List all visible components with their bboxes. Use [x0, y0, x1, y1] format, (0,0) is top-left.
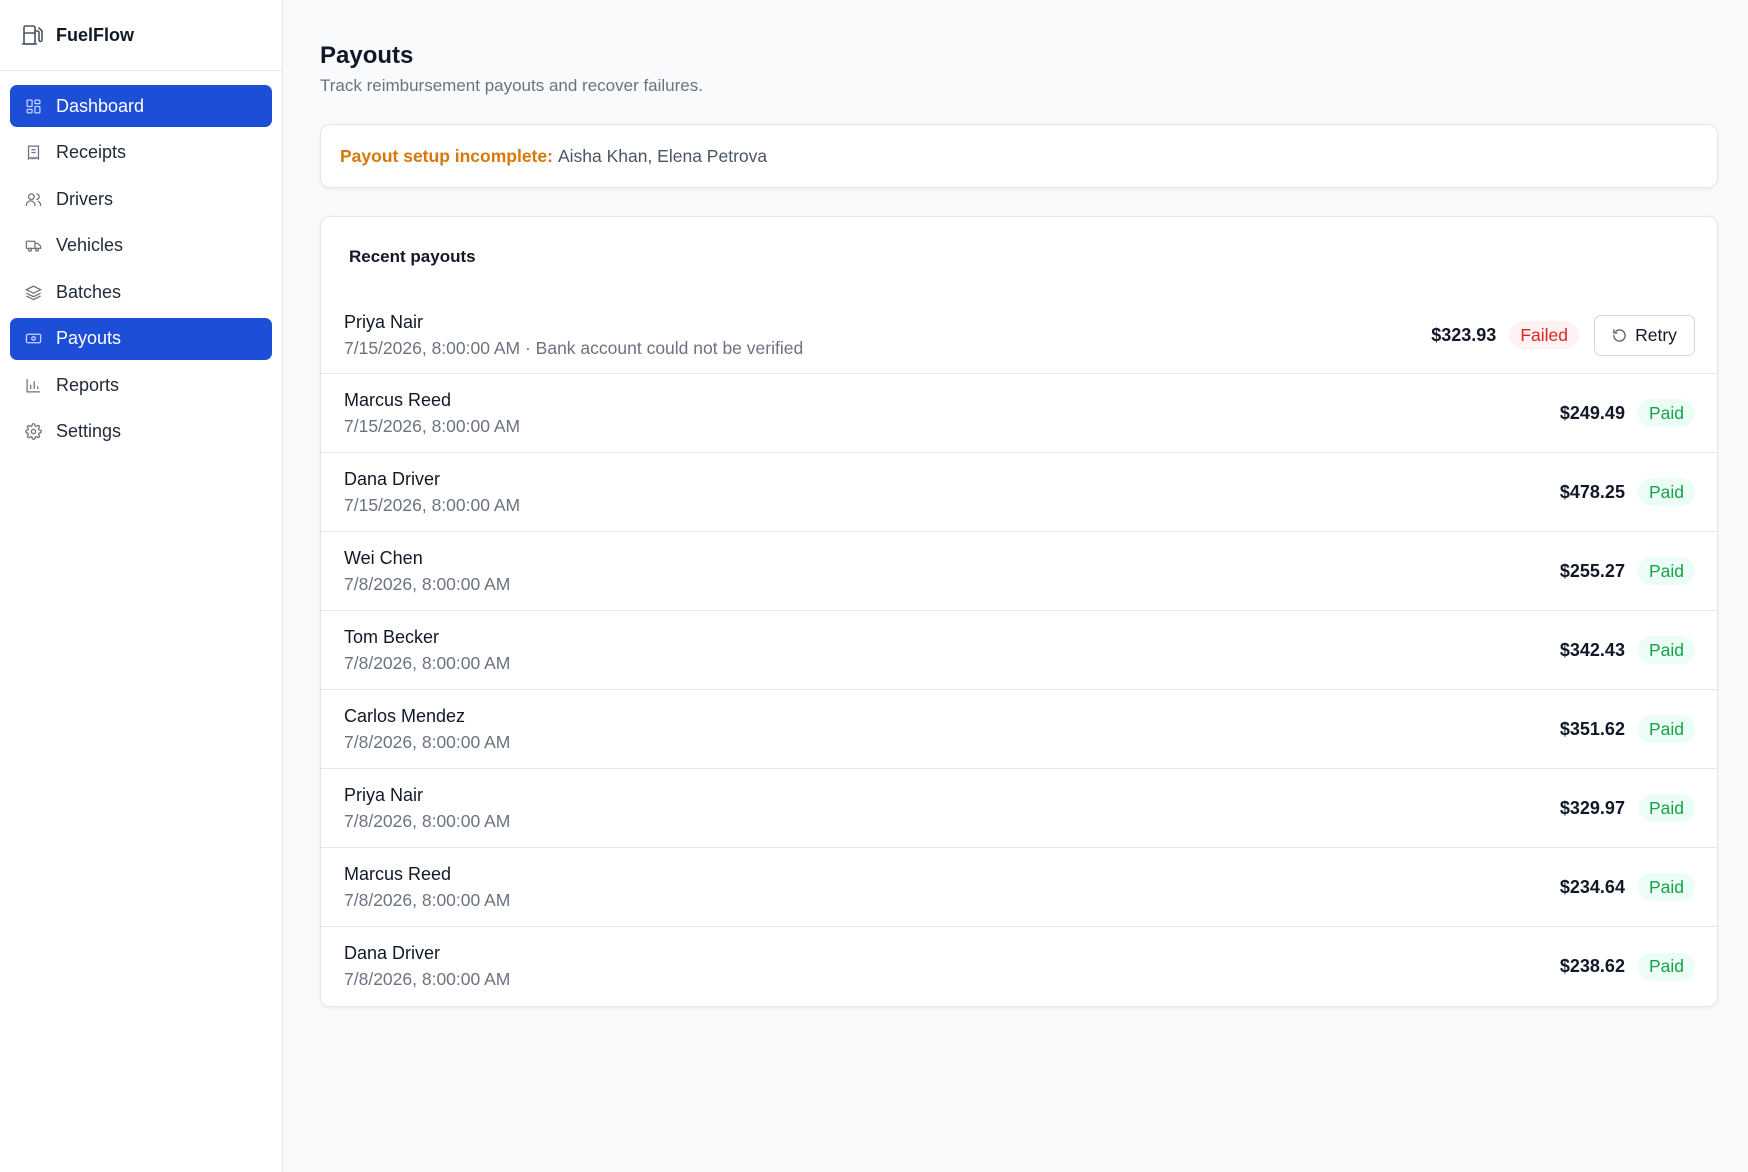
payout-row: Wei Chen 7/8/2026, 8:00:00 AM $255.27 Pa… [321, 532, 1717, 611]
payout-meta: 7/8/2026, 8:00:00 AM [344, 889, 511, 910]
payout-meta: 7/8/2026, 8:00:00 AM [344, 731, 511, 752]
status-badge: Failed [1509, 321, 1579, 349]
sidebar-item-label: Settings [56, 421, 122, 441]
sidebar-item-batches[interactable]: Batches [10, 271, 272, 313]
status-badge: Paid [1637, 557, 1695, 585]
sidebar-item-dashboard[interactable]: Dashboard [10, 85, 272, 127]
payout-meta: 7/15/2026, 8:00:00 AM [344, 415, 521, 436]
sidebar: FuelFlow Dashboard Receipts Drivers Vehi… [0, 0, 283, 1172]
payout-driver-name: Tom Becker [344, 626, 440, 647]
sidebar-item-label: Drivers [56, 188, 113, 209]
fuel-pump-icon [20, 22, 46, 48]
sidebar-item-label: Payouts [56, 328, 122, 348]
payout-row: Dana Driver 7/15/2026, 8:00:00 AM $478.2… [321, 453, 1717, 532]
payout-driver-name: Marcus Reed [344, 863, 452, 884]
sidebar-item-settings[interactable]: Settings [10, 411, 272, 453]
payout-driver-name: Carlos Mendez [344, 705, 466, 726]
payout-row: Carlos Mendez 7/8/2026, 8:00:00 AM $351.… [321, 690, 1717, 769]
payout-amount: $351.62 [1559, 718, 1625, 739]
status-badge: Paid [1637, 399, 1695, 427]
retry-button[interactable]: Retry [1594, 314, 1695, 356]
gear-icon [24, 423, 42, 441]
payout-amount: $249.49 [1559, 402, 1625, 423]
refresh-icon [1612, 328, 1627, 343]
payout-row: Marcus Reed 7/8/2026, 8:00:00 AM $234.64… [321, 848, 1717, 927]
payout-meta: 7/15/2026, 8:00:00 AM [344, 494, 521, 515]
bar-chart-icon [24, 376, 42, 394]
payout-driver-name: Dana Driver [344, 468, 441, 489]
sidebar-item-label: Dashboard [56, 95, 145, 116]
payout-driver-name: Dana Driver [344, 943, 441, 963]
status-badge: Paid [1637, 952, 1695, 981]
payout-row: Priya Nair 7/8/2026, 8:00:00 AM $329.97 … [321, 769, 1717, 848]
sidebar-item-label: Reports [56, 374, 120, 395]
recent-payouts-card: Recent payouts Priya Nair 7/15/2026, 8:0… [320, 216, 1718, 1007]
payout-amount: $255.27 [1559, 560, 1625, 581]
payout-row: Priya Nair 7/15/2026, 8:00:00 AM · Bank … [321, 297, 1717, 374]
sidebar-nav: Dashboard Receipts Drivers Vehicles Batc… [0, 71, 282, 453]
status-badge: Paid [1637, 715, 1695, 743]
payout-amount: $234.64 [1559, 876, 1625, 897]
payout-driver-name: Priya Nair [344, 311, 424, 332]
receipt-icon [24, 144, 42, 162]
sidebar-item-label: Receipts [56, 142, 127, 162]
payout-amount: $478.25 [1559, 481, 1625, 502]
payout-meta: 7/8/2026, 8:00:00 AM [344, 810, 511, 831]
dashboard-grid-icon [24, 97, 42, 115]
alert-label: Payout setup incomplete: [340, 145, 553, 166]
payout-meta: 7/8/2026, 8:00:00 AM [344, 652, 511, 673]
payout-amount: $323.93 [1431, 324, 1497, 345]
sidebar-item-label: Vehicles [56, 235, 124, 255]
payout-row: Marcus Reed 7/15/2026, 8:00:00 AM $249.4… [321, 374, 1717, 453]
payout-setup-alert: Payout setup incomplete: Aisha Khan, Ele… [320, 124, 1718, 188]
sidebar-item-reports[interactable]: Reports [10, 364, 272, 406]
payout-driver-name: Marcus Reed [344, 389, 452, 410]
payout-amount: $329.97 [1559, 797, 1625, 818]
brand: FuelFlow [0, 0, 282, 71]
page-subtitle: Track reimbursement payouts and recover … [320, 76, 703, 95]
sidebar-item-label: Batches [56, 281, 122, 302]
users-icon [24, 190, 42, 208]
status-badge: Paid [1637, 794, 1695, 822]
status-badge: Paid [1637, 636, 1695, 664]
sidebar-item-vehicles[interactable]: Vehicles [10, 225, 272, 267]
sidebar-item-drivers[interactable]: Drivers [10, 178, 272, 220]
payout-amount: $238.62 [1559, 956, 1625, 976]
retry-label: Retry [1635, 324, 1677, 345]
payout-meta: 7/8/2026, 8:00:00 AM [344, 573, 511, 594]
card-title: Recent payouts [349, 247, 476, 266]
app-name: FuelFlow [56, 24, 134, 45]
payout-row: Dana Driver 7/8/2026, 8:00:00 AM $238.62… [321, 927, 1717, 1006]
payout-meta: 7/8/2026, 8:00:00 AM [344, 969, 511, 989]
payout-meta: 7/15/2026, 8:00:00 AM · Bank account cou… [344, 337, 804, 358]
payout-driver-name: Wei Chen [344, 547, 423, 568]
truck-icon [24, 237, 42, 255]
layers-icon [24, 283, 42, 301]
alert-names: Aisha Khan, Elena Petrova [557, 145, 768, 166]
banknote-icon [24, 330, 42, 348]
payout-driver-name: Priya Nair [344, 784, 424, 805]
status-badge: Paid [1637, 478, 1695, 506]
payout-amount: $342.43 [1559, 639, 1625, 660]
status-badge: Paid [1637, 873, 1695, 901]
sidebar-item-payouts[interactable]: Payouts [10, 317, 272, 360]
sidebar-item-receipts[interactable]: Receipts [10, 132, 272, 174]
payout-row: Tom Becker 7/8/2026, 8:00:00 AM $342.43 … [321, 611, 1717, 690]
app-root: FuelFlow Dashboard Receipts Drivers Vehi… [0, 0, 1748, 1172]
main-content: Payouts Track reimbursement payouts and … [283, 0, 1748, 1172]
page-title: Payouts [320, 42, 414, 69]
